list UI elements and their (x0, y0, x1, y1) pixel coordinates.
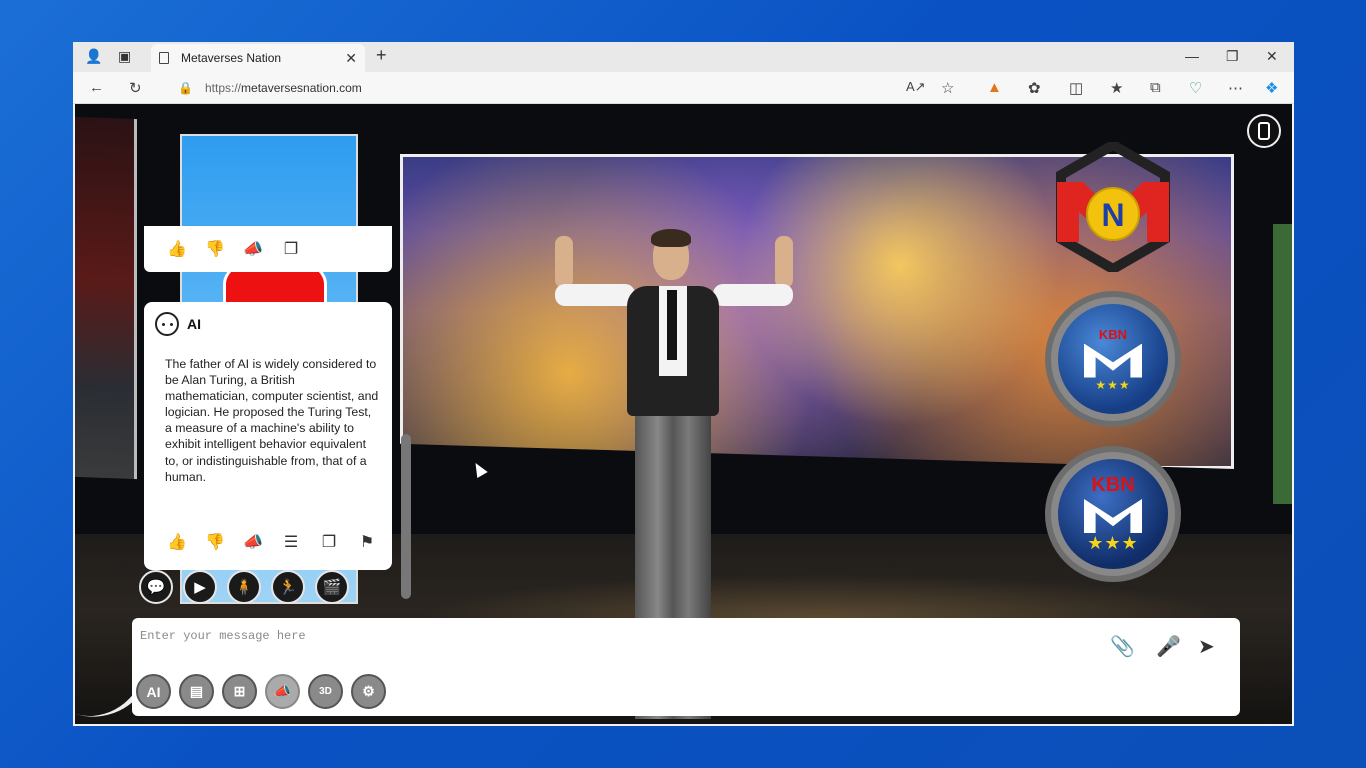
kbn-badge[interactable]: KBN ★★★ (1045, 446, 1181, 582)
mode-toolbar: 💬 ▶ 🧍 🏃 🎬 (139, 570, 349, 604)
close-window-icon[interactable]: ✕ (1266, 48, 1278, 65)
close-tab-icon[interactable]: ✕ (345, 50, 357, 67)
url-host: metaversesnation.com (241, 81, 362, 95)
video-icon[interactable]: ▶ (183, 570, 217, 604)
favorite-icon[interactable]: ☆ (941, 79, 954, 97)
lock-icon: 🔒 (178, 81, 193, 95)
tab-bar: 👤 ▣ Metaverses Nation ✕ + — ❐ ✕ (73, 42, 1294, 72)
add-note-icon[interactable]: ⊞ (222, 674, 257, 709)
stars-icon: ★★★ (1095, 377, 1131, 392)
back-icon[interactable]: ← (89, 79, 104, 96)
kbn-label-small: KBN (1098, 326, 1128, 342)
url-field[interactable]: https://metaversesnation.com (205, 81, 362, 95)
mobile-view-button[interactable] (1247, 114, 1281, 148)
address-bar: ← ↻ 🔒 https://metaversesnation.com A↗ ☆ … (73, 72, 1294, 104)
avatar-hair (651, 229, 691, 247)
more-icon[interactable]: ⋯ (1228, 79, 1243, 97)
new-tab-icon[interactable]: + (376, 45, 387, 66)
speak-icon[interactable]: 📣 (242, 531, 264, 553)
clapperboard-icon[interactable]: 🎬 (315, 570, 349, 604)
kbn-globe-badge[interactable]: KBN ★★★ (1045, 291, 1181, 427)
microphone-icon[interactable]: 🎤 (1156, 634, 1181, 659)
copilot-icon[interactable]: ❖ (1265, 79, 1278, 97)
metaverse-scene[interactable]: N KBN ★★★ KBN ★★★ 👍 👎 📣 ❐ AI The father … (75, 104, 1292, 724)
chat-tools: AI ▤ ⊞ 📣 3D ⚙ (136, 674, 386, 709)
thumbs-down-icon[interactable]: 👎 (204, 238, 226, 260)
copy-icon[interactable]: ❐ (318, 531, 340, 553)
health-icon[interactable]: ♡ (1189, 79, 1202, 97)
attach-icon[interactable]: 📎 (1110, 634, 1135, 659)
thumbs-up-icon[interactable]: 👍 (166, 531, 188, 553)
split-screen-icon[interactable]: ◫ (1069, 79, 1083, 97)
ai-message-header: AI (155, 312, 201, 336)
thumbs-up-icon[interactable]: 👍 (166, 238, 188, 260)
gesture-icon[interactable]: 🧍 (227, 570, 261, 604)
extensions-icon[interactable]: ✿ (1028, 79, 1041, 97)
metamask-icon[interactable]: ▲ (987, 79, 1002, 96)
ai-message-card: AI The father of AI is widely considered… (144, 302, 392, 570)
ai-message-text: The father of AI is widely considered to… (165, 357, 379, 484)
send-icon[interactable]: ➤ (1198, 634, 1215, 659)
browser-window: 👤 ▣ Metaverses Nation ✕ + — ❐ ✕ ← ↻ 🔒 ht… (73, 42, 1294, 726)
restore-icon[interactable]: ❐ (1226, 48, 1239, 65)
avatar-arm-right (713, 284, 793, 306)
url-scheme: https:// (205, 81, 242, 95)
message-input[interactable] (140, 624, 1040, 648)
speak-icon[interactable]: 📣 (242, 238, 264, 260)
mouse-cursor (470, 459, 488, 479)
left-display-panel (75, 116, 137, 480)
avatar-hand-right (775, 236, 793, 288)
transcript-icon[interactable]: ▤ (179, 674, 214, 709)
refresh-icon[interactable]: ↻ (129, 79, 142, 97)
avatar-tie (667, 290, 677, 360)
kbn-badge-inner: KBN ★★★ (1058, 459, 1168, 569)
adjust-icon[interactable]: ☰ (280, 531, 302, 553)
thumbs-down-icon[interactable]: 👎 (204, 531, 226, 553)
collections-icon[interactable]: ⧉ (1150, 79, 1161, 96)
megaphone-icon[interactable]: 📣 (265, 674, 300, 709)
view-3d-button[interactable]: 3D (308, 674, 343, 709)
m-mark-icon (1084, 343, 1142, 378)
m-mark-icon-large (1084, 499, 1142, 533)
chat-mode-icon[interactable]: 💬 (139, 570, 173, 604)
chat-input-panel: 📎 🎤 ➤ AI ▤ ⊞ 📣 3D ⚙ (132, 618, 1240, 716)
profile-icon[interactable]: 👤 (85, 48, 102, 65)
ai-sender-name: AI (187, 316, 201, 332)
logo-letter: N (1101, 197, 1124, 233)
ai-button[interactable]: AI (136, 674, 171, 709)
stars-icon-large: ★★★ (1087, 533, 1139, 553)
right-display-panel (1273, 224, 1292, 504)
previous-message-actions: 👍 👎 📣 ❐ (144, 226, 392, 272)
favorites-icon[interactable]: ★ (1110, 79, 1123, 97)
tab-actions-icon[interactable]: ▣ (118, 48, 131, 65)
minimize-icon[interactable]: — (1185, 48, 1199, 64)
flag-icon[interactable]: ⚑ (356, 531, 378, 553)
read-aloud-icon[interactable]: A↗ (906, 79, 926, 95)
avatar-arm-left (555, 284, 635, 306)
settings-gear-icon[interactable]: ⚙ (351, 674, 386, 709)
chat-scrollbar[interactable] (401, 434, 411, 599)
walk-icon[interactable]: 🏃 (271, 570, 305, 604)
tab-metaverses-nation[interactable]: Metaverses Nation ✕ (151, 44, 365, 72)
page-icon (159, 52, 169, 64)
ai-bot-icon (155, 312, 179, 336)
phone-icon (1258, 122, 1270, 140)
copy-icon[interactable]: ❐ (280, 238, 302, 260)
ai-message-actions: 👍 👎 📣 ☰ ❐ ⚑ (166, 531, 378, 553)
avatar-hand-left (555, 236, 573, 288)
metaverses-nation-logo: N (1056, 142, 1170, 272)
tab-title: Metaverses Nation (181, 51, 282, 65)
kbn-globe-inner: KBN ★★★ (1058, 304, 1168, 414)
kbn-label-large: KBN (1091, 474, 1135, 496)
